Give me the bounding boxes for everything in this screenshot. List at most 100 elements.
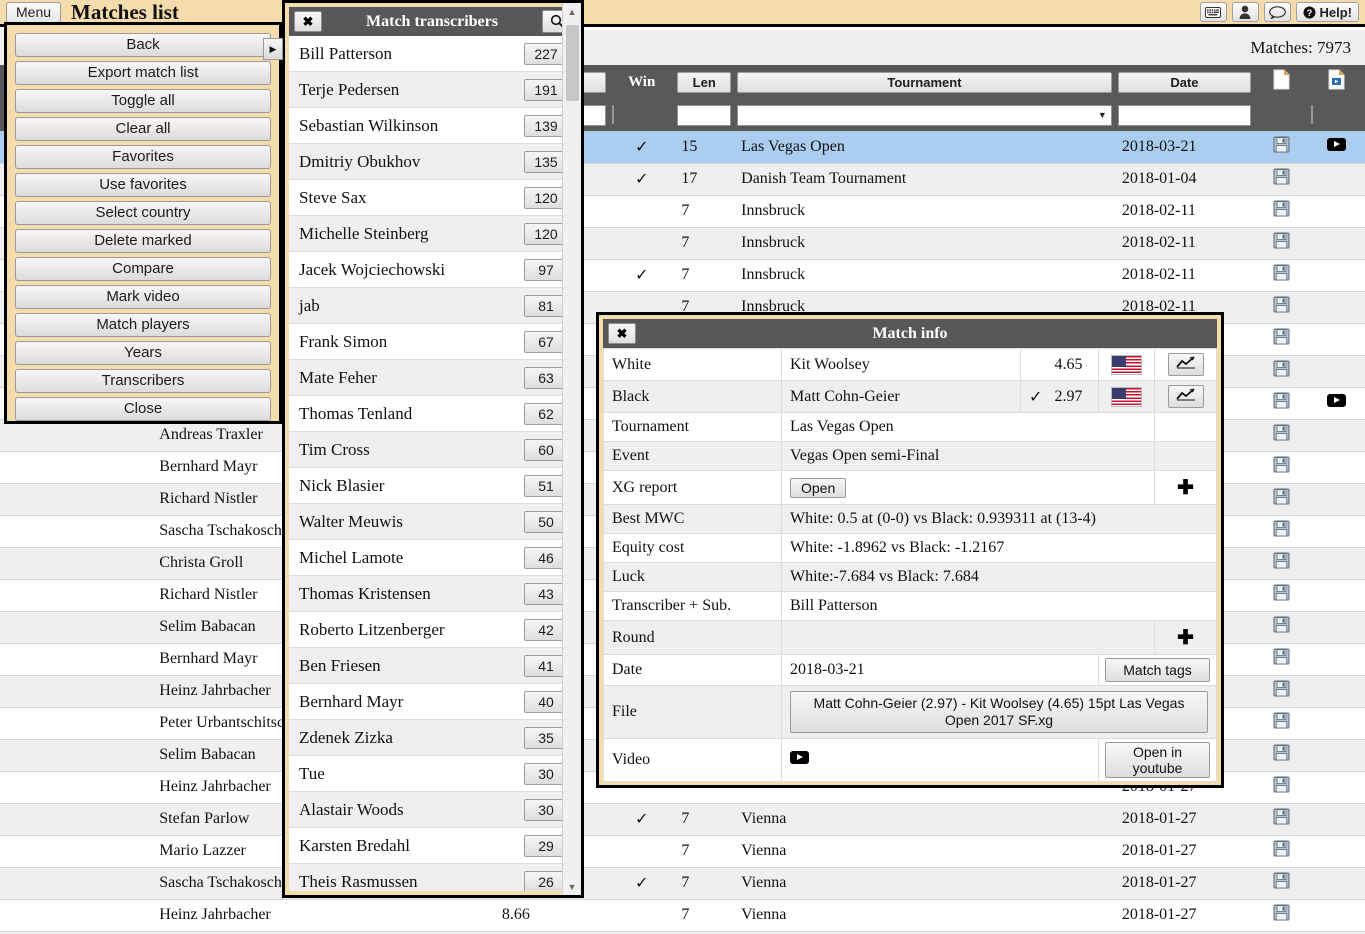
- row-save-icon[interactable]: [1254, 579, 1309, 612]
- filter-tournament-select[interactable]: ▼: [737, 104, 1112, 126]
- row-save-icon[interactable]: [1254, 323, 1309, 356]
- row-video-icon[interactable]: [1308, 323, 1365, 356]
- row-mark-cell[interactable]: [0, 803, 31, 836]
- row-save-icon[interactable]: [1254, 195, 1309, 228]
- row-mark-cell[interactable]: [0, 515, 31, 548]
- transcribers-scrollbar[interactable]: ▲ ▼: [562, 3, 581, 895]
- menu-item-export-match-list[interactable]: Export match list: [15, 61, 271, 85]
- transcriber-row[interactable]: Terje Pedersen 191: [289, 72, 577, 108]
- mi-round-add-button[interactable]: ✚: [1154, 620, 1217, 655]
- transcriber-row[interactable]: Bernhard Mayr 40: [289, 684, 577, 720]
- transcriber-row[interactable]: Zdenek Zizka 35: [289, 720, 577, 756]
- menu-button[interactable]: Menu: [6, 1, 62, 23]
- row-video-icon[interactable]: [1308, 803, 1365, 836]
- menu-item-toggle-all[interactable]: Toggle all: [15, 89, 271, 113]
- row-save-icon[interactable]: [1254, 771, 1309, 804]
- transcriber-row[interactable]: Theis Rasmussen 26: [289, 864, 577, 891]
- table-row[interactable]: Heinz Jahrbacher 8.66 7 Vienna 2018-01-27: [0, 899, 1365, 932]
- transcriber-row[interactable]: Thomas Kristensen 43: [289, 576, 577, 612]
- row-mark-cell[interactable]: [0, 675, 31, 708]
- menu-item-compare[interactable]: Compare: [15, 257, 271, 281]
- row-video-icon[interactable]: [1308, 291, 1365, 324]
- menu-item-match-players[interactable]: Match players: [15, 313, 271, 337]
- scroll-down-icon[interactable]: ▼: [563, 878, 581, 895]
- row-save-icon[interactable]: [1254, 483, 1309, 516]
- menu-item-years[interactable]: Years: [15, 341, 271, 365]
- row-mark-cell[interactable]: [0, 771, 31, 804]
- th-date-button[interactable]: Date: [1117, 71, 1252, 93]
- transcriber-row[interactable]: Nick Blasier 51: [289, 468, 577, 504]
- row-mark-cell[interactable]: [0, 899, 31, 932]
- mi-black-chart-button[interactable]: [1154, 380, 1217, 413]
- mi-white-chart-button[interactable]: [1154, 348, 1217, 381]
- row-save-icon[interactable]: [1254, 739, 1309, 772]
- row-save-icon[interactable]: [1254, 227, 1309, 260]
- row-save-icon[interactable]: [1254, 643, 1309, 676]
- row-mark-cell[interactable]: [0, 867, 31, 900]
- menu-item-mark-video[interactable]: Mark video: [15, 285, 271, 309]
- transcriber-row[interactable]: Karsten Bredahl 29: [289, 828, 577, 864]
- th-video-file-icon[interactable]: [1308, 65, 1365, 99]
- transcriber-row[interactable]: Tue 30: [289, 756, 577, 792]
- transcriber-row[interactable]: Alastair Woods 30: [289, 792, 577, 828]
- table-row[interactable]: Mario Lazzer11.387Vienna2018-01-27: [0, 835, 1365, 868]
- menu-item-back[interactable]: Back: [15, 33, 271, 57]
- row-video-icon[interactable]: [1308, 227, 1365, 260]
- row-video-icon[interactable]: [1308, 707, 1365, 740]
- expand-arrow-button[interactable]: ▶: [263, 38, 283, 60]
- row-video-icon[interactable]: [1308, 195, 1365, 228]
- row-save-icon[interactable]: [1254, 451, 1309, 484]
- file-button[interactable]: Matt Cohn-Geier (2.97) - Kit Woolsey (4.…: [790, 691, 1208, 733]
- transcriber-row[interactable]: Mate Feher 63: [289, 360, 577, 396]
- menu-item-transcribers[interactable]: Transcribers: [15, 369, 271, 393]
- row-save-icon[interactable]: [1254, 835, 1309, 868]
- user-icon[interactable]: [1231, 2, 1259, 22]
- filter-win-checkbox[interactable]: [612, 105, 615, 124]
- keyboard-icon[interactable]: [1199, 2, 1227, 22]
- transcriber-row[interactable]: jab 81: [289, 288, 577, 324]
- row-video-icon[interactable]: [1308, 899, 1365, 932]
- row-save-icon[interactable]: [1254, 803, 1309, 836]
- th-tournament-button[interactable]: Tournament: [737, 71, 1112, 93]
- chart-icon[interactable]: [1167, 353, 1204, 376]
- row-save-icon[interactable]: [1254, 163, 1309, 196]
- row-save-icon[interactable]: [1254, 611, 1309, 644]
- row-save-icon[interactable]: [1254, 707, 1309, 740]
- transcriber-row[interactable]: Steve Sax 120: [289, 180, 577, 216]
- transcriber-row[interactable]: Tim Cross 60: [289, 432, 577, 468]
- row-mark-cell[interactable]: [0, 547, 31, 580]
- close-icon[interactable]: ✖: [608, 323, 636, 344]
- row-save-icon[interactable]: [1254, 355, 1309, 388]
- menu-item-delete-marked[interactable]: Delete marked: [15, 229, 271, 253]
- mi-video-value[interactable]: [781, 738, 1099, 782]
- row-video-icon[interactable]: [1308, 451, 1365, 484]
- transcriber-row[interactable]: Dmitriy Obukhov 135: [289, 144, 577, 180]
- th-date[interactable]: Date: [1114, 65, 1255, 99]
- filter-date[interactable]: [1114, 99, 1255, 131]
- menu-item-favorites[interactable]: Favorites: [15, 145, 271, 169]
- row-save-icon[interactable]: [1254, 547, 1309, 580]
- row-mark-cell[interactable]: [0, 835, 31, 868]
- row-mark-cell[interactable]: [0, 707, 31, 740]
- transcriber-row[interactable]: Roberto Litzenberger 42: [289, 612, 577, 648]
- row-video-icon[interactable]: [1308, 611, 1365, 644]
- row-mark-cell[interactable]: [0, 739, 31, 772]
- transcriber-row[interactable]: Sebastian Wilkinson 139: [289, 108, 577, 144]
- row-video-icon[interactable]: [1308, 771, 1365, 804]
- row-video-icon[interactable]: [1308, 355, 1365, 388]
- row-mark-cell[interactable]: [0, 451, 31, 484]
- transcriber-row[interactable]: Michelle Steinberg 120: [289, 216, 577, 252]
- scroll-thumb[interactable]: [566, 25, 579, 101]
- row-mark-cell[interactable]: [0, 483, 31, 516]
- mi-match-tags-cell[interactable]: Match tags: [1098, 654, 1217, 686]
- row-save-icon[interactable]: [1254, 387, 1309, 420]
- row-save-icon[interactable]: [1254, 419, 1309, 452]
- xg-open-button[interactable]: Open: [790, 477, 847, 498]
- row-mark-cell[interactable]: [0, 643, 31, 676]
- row-video-icon[interactable]: [1308, 547, 1365, 580]
- menu-item-close[interactable]: Close: [15, 397, 271, 421]
- mi-file-cell[interactable]: Matt Cohn-Geier (2.97) - Kit Woolsey (4.…: [781, 685, 1217, 739]
- transcriber-row[interactable]: Bill Patterson 227: [289, 36, 577, 72]
- filter-video-checkbox[interactable]: [1311, 105, 1314, 124]
- menu-item-select-country[interactable]: Select country: [15, 201, 271, 225]
